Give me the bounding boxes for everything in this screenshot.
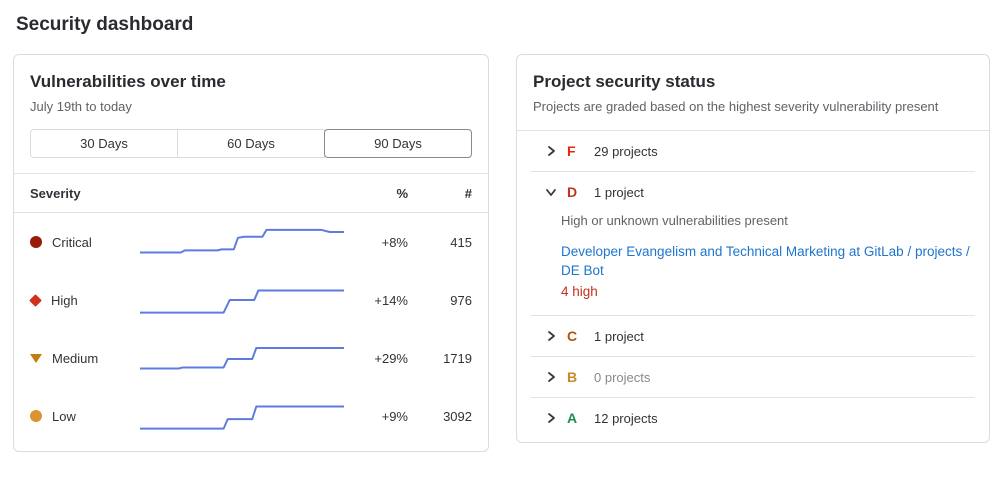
severity-label: High bbox=[51, 293, 78, 308]
vulnerabilities-over-time-card: Vulnerabilities over time July 19th to t… bbox=[13, 54, 489, 452]
low-severity-icon bbox=[30, 410, 42, 422]
table-row-low: Low +9% 3092 bbox=[14, 387, 488, 445]
severity-label: Critical bbox=[52, 235, 92, 250]
severity-column-header: Severity bbox=[30, 186, 126, 201]
severity-table-header: Severity % # bbox=[14, 174, 488, 212]
grade-letter-b: B bbox=[567, 369, 581, 385]
count-column-header: # bbox=[408, 186, 472, 201]
grade-letter-a: A bbox=[567, 410, 581, 426]
grade-project-count: 1 project bbox=[594, 329, 644, 344]
grade-letter-c: C bbox=[567, 328, 581, 344]
critical-severity-icon bbox=[30, 236, 42, 248]
percent-change-value: +14% bbox=[350, 293, 408, 308]
grade-letter-f: F bbox=[567, 143, 581, 159]
table-row-medium: Medium +29% 1719 bbox=[14, 329, 488, 387]
grade-row-f[interactable]: F 29 projects bbox=[517, 131, 989, 171]
critical-trend-sparkline bbox=[140, 221, 344, 263]
grade-row-a[interactable]: A 12 projects bbox=[517, 398, 989, 438]
vuln-card-title: Vulnerabilities over time bbox=[30, 69, 472, 95]
grade-d-details: High or unknown vulnerabilities present … bbox=[561, 212, 973, 301]
percent-change-value: +29% bbox=[350, 351, 408, 366]
medium-trend-sparkline bbox=[140, 337, 344, 379]
grade-letter-d: D bbox=[567, 184, 581, 200]
dashboard-cards: Vulnerabilities over time July 19th to t… bbox=[13, 54, 990, 452]
page-title: Security dashboard bbox=[16, 14, 990, 36]
grade-row-b[interactable]: B 0 projects bbox=[517, 357, 989, 397]
grade-project-count: 0 projects bbox=[594, 370, 650, 385]
chevron-down-icon bbox=[544, 185, 558, 199]
range-button-60-days[interactable]: 60 Days bbox=[177, 129, 325, 158]
vulnerability-summary: 4 high bbox=[561, 282, 973, 301]
grade-row-c[interactable]: C 1 project bbox=[517, 316, 989, 356]
grade-accordion: F 29 projects D 1 project High or unknow… bbox=[517, 131, 989, 442]
table-row-high: High +14% 976 bbox=[14, 271, 488, 329]
grade-description: High or unknown vulnerabilities present bbox=[561, 212, 973, 230]
chevron-right-icon bbox=[544, 144, 558, 158]
low-trend-sparkline bbox=[140, 395, 344, 437]
chevron-right-icon bbox=[544, 329, 558, 343]
chevron-right-icon bbox=[544, 411, 558, 425]
grade-row-d[interactable]: D 1 project bbox=[517, 172, 989, 212]
project-link[interactable]: Developer Evangelism and Technical Marke… bbox=[561, 242, 973, 280]
severity-rows: Critical +8% 415 High +14% 976 bbox=[14, 213, 488, 451]
percent-column-header: % bbox=[350, 186, 408, 201]
grade-project-count: 12 projects bbox=[594, 411, 658, 426]
vulnerability-count: 3092 bbox=[408, 409, 472, 424]
vuln-card-date-range: July 19th to today bbox=[30, 98, 472, 116]
vulnerability-count: 976 bbox=[408, 293, 472, 308]
severity-label: Medium bbox=[52, 351, 98, 366]
range-button-90-days[interactable]: 90 Days bbox=[324, 129, 472, 158]
project-security-status-card: Project security status Projects are gra… bbox=[516, 54, 990, 443]
high-severity-icon bbox=[29, 294, 42, 307]
grade-project-count: 1 project bbox=[594, 185, 644, 200]
range-button-30-days[interactable]: 30 Days bbox=[30, 129, 178, 158]
day-range-button-group: 30 Days 60 Days 90 Days bbox=[30, 129, 472, 158]
status-card-header: Project security status Projects are gra… bbox=[517, 55, 989, 130]
severity-label: Low bbox=[52, 409, 76, 424]
table-row-critical: Critical +8% 415 bbox=[14, 213, 488, 271]
status-card-subtitle: Projects are graded based on the highest… bbox=[533, 98, 973, 116]
vulnerability-count: 415 bbox=[408, 235, 472, 250]
vuln-card-header: Vulnerabilities over time July 19th to t… bbox=[14, 55, 488, 158]
status-card-title: Project security status bbox=[533, 69, 973, 95]
chevron-right-icon bbox=[544, 370, 558, 384]
percent-change-value: +9% bbox=[350, 409, 408, 424]
high-trend-sparkline bbox=[140, 279, 344, 321]
percent-change-value: +8% bbox=[350, 235, 408, 250]
grade-project-count: 29 projects bbox=[594, 144, 658, 159]
medium-severity-icon bbox=[30, 354, 42, 363]
vulnerability-count: 1719 bbox=[408, 351, 472, 366]
security-dashboard-page: Security dashboard Vulnerabilities over … bbox=[0, 0, 1000, 452]
